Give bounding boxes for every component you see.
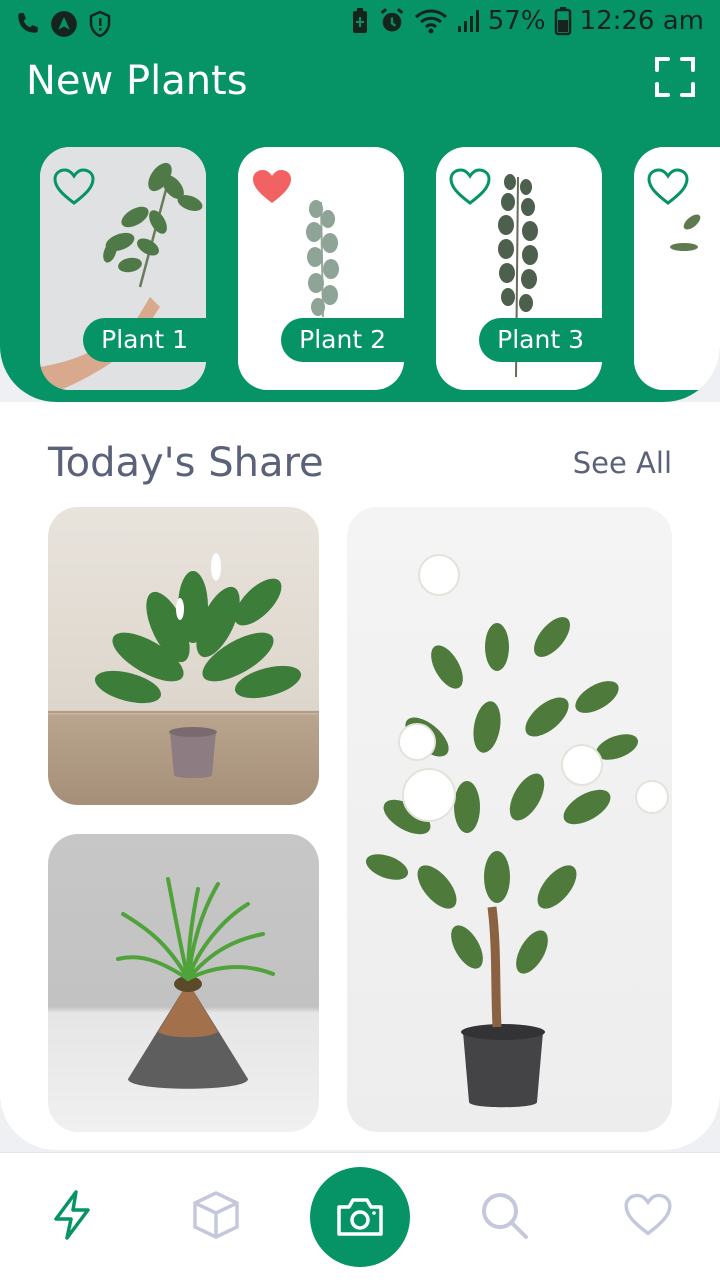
shield-icon (89, 10, 111, 38)
phone-icon (18, 13, 38, 33)
signal-icon (457, 10, 479, 32)
status-right: 57% 12:26 am (350, 6, 704, 36)
battery-icon (554, 7, 571, 36)
new-plants-carousel[interactable]: Plant 1 Plant 2 Plant 3 (40, 147, 720, 392)
bolt-icon (54, 1190, 90, 1240)
section-title: Today's Share (48, 440, 324, 486)
camera-button[interactable] (310, 1167, 410, 1267)
share-tile-air-plant[interactable] (48, 834, 319, 1132)
todays-share-section: Today's Share See All (0, 402, 720, 1150)
new-plants-header: New Plants Plant 1 Plant 2 Plant 3 (0, 50, 720, 402)
search-icon (482, 1193, 528, 1239)
favorite-outline-icon[interactable] (448, 167, 492, 207)
nav-cube[interactable] (186, 1185, 246, 1245)
nav-search[interactable] (474, 1185, 534, 1245)
wifi-icon (414, 9, 447, 34)
nav-bolt[interactable] (42, 1185, 102, 1245)
favorite-filled-icon[interactable] (250, 167, 294, 207)
scan-frame-icon[interactable] (654, 56, 696, 98)
heart-icon (624, 1193, 672, 1236)
camera-icon (337, 1198, 383, 1236)
battery-saver-icon (352, 8, 367, 33)
status-left-icons (14, 10, 112, 38)
share-tile-peace-lily[interactable] (48, 507, 319, 805)
favorite-outline-icon[interactable] (52, 167, 96, 207)
plant-card-2[interactable]: Plant 2 (238, 147, 404, 390)
plant-card-1[interactable]: Plant 1 (40, 147, 206, 390)
status-bar: 57% 12:26 am (0, 0, 720, 50)
alarm-icon (380, 8, 404, 32)
plant-photo (48, 553, 319, 778)
plant-photo (116, 877, 275, 1089)
clock: 12:26 am (579, 6, 704, 36)
nav-favorites[interactable] (618, 1185, 678, 1245)
plant-card-3[interactable]: Plant 3 (436, 147, 602, 390)
page-title: New Plants (26, 58, 248, 104)
bottom-navigation (0, 1152, 720, 1280)
plant-label: Plant 3 (479, 318, 602, 362)
plant-label: Plant 1 (83, 318, 206, 362)
plant-photo (365, 554, 669, 1108)
plant-card-4[interactable] (634, 147, 720, 390)
favorite-outline-icon[interactable] (646, 167, 690, 207)
plant-label: Plant 2 (281, 318, 404, 362)
battery-percent: 57% (487, 6, 546, 36)
cube-icon (193, 1191, 239, 1239)
see-all-link[interactable]: See All (573, 446, 672, 480)
share-tile-rose-tree[interactable] (347, 507, 672, 1132)
nav-arrow-icon (51, 11, 77, 37)
